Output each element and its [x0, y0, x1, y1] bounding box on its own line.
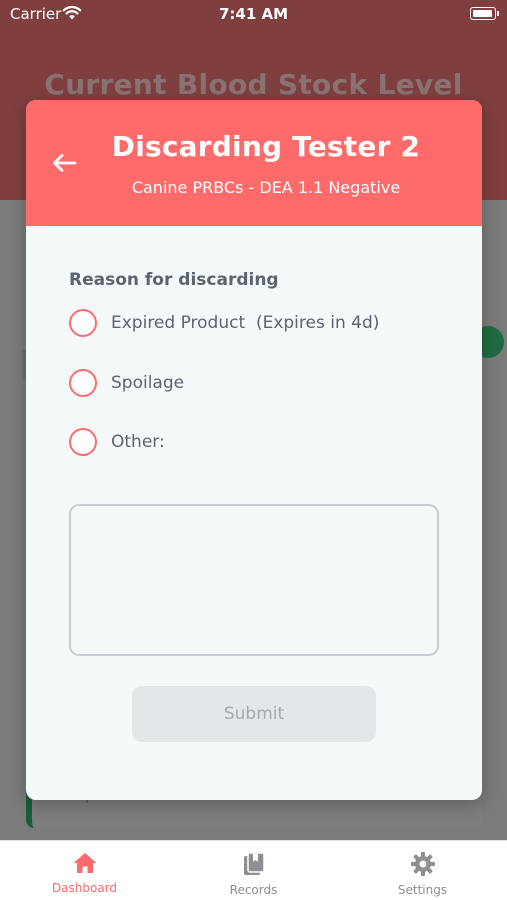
radio-button-icon[interactable] [69, 369, 97, 397]
tab-label: Settings [397, 883, 448, 897]
tab-dashboard[interactable]: Dashboard [0, 841, 169, 900]
battery-icon [470, 7, 499, 20]
modal-header: Discarding Tester 2 Canine PRBCs - DEA 1… [26, 100, 482, 226]
radio-button-icon[interactable] [69, 309, 97, 337]
back-button[interactable] [44, 146, 84, 180]
reason-label: Reason for discarding [69, 270, 279, 290]
radio-option-other[interactable]: Other: [69, 427, 165, 457]
tab-settings[interactable]: Settings [338, 841, 507, 900]
records-icon [243, 852, 265, 875]
radio-label: Spoilage [111, 373, 185, 393]
modal-title: Discarding Tester 2 [111, 130, 421, 163]
status-bar: Carrier 7:41 AM [0, 0, 507, 28]
submit-button[interactable]: Submit [132, 686, 376, 742]
status-time: 7:41 AM [218, 5, 289, 23]
tab-label: Records [229, 883, 278, 897]
radio-label: Expired Product (Expires in 4d) [111, 313, 380, 333]
arrow-left-icon [53, 154, 77, 172]
background-page-title: Current Blood Stock Level [44, 68, 463, 101]
gear-icon [410, 852, 435, 876]
modal-subtitle: Canine PRBCs - DEA 1.1 Negative [131, 178, 401, 197]
radio-option-spoilage[interactable]: Spoilage [69, 368, 184, 398]
other-reason-input[interactable] [69, 504, 439, 656]
tab-bar: Dashboard Records Settings [0, 840, 507, 900]
radio-button-icon[interactable] [69, 428, 97, 456]
radio-option-expired[interactable]: Expired Product (Expires in 4d) [69, 308, 379, 338]
tab-label: Dashboard [51, 881, 118, 895]
radio-label: Other: [111, 432, 165, 452]
discard-modal: Discarding Tester 2 Canine PRBCs - DEA 1… [26, 100, 482, 800]
tab-records[interactable]: Records [169, 841, 338, 900]
home-icon [73, 853, 96, 873]
